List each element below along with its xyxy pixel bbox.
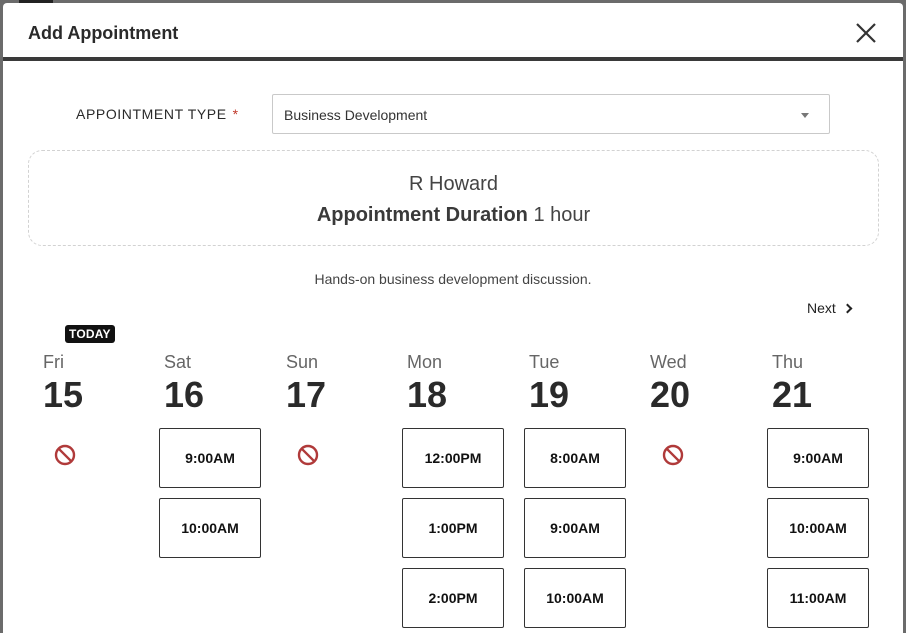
- time-slot-button[interactable]: 9:00AM: [159, 428, 261, 488]
- day-name: Mon: [407, 352, 443, 372]
- day-number: 16: [164, 374, 205, 415]
- duration-label: Appointment Duration: [316, 204, 528, 226]
- time-slot-button[interactable]: 2:00PM: [402, 568, 504, 628]
- time-slot-button[interactable]: 1:00PM: [402, 498, 504, 558]
- day-name: Tue: [529, 352, 560, 372]
- appointment-description: Hands-on business development discussion…: [314, 271, 592, 287]
- close-icon: [856, 23, 876, 43]
- required-marker: *: [232, 106, 239, 122]
- day-number: 19: [529, 374, 570, 415]
- time-slot-button[interactable]: 10:00AM: [159, 498, 261, 558]
- no-entry-icon: [54, 444, 76, 466]
- time-slot-button[interactable]: 10:00AM: [524, 568, 626, 628]
- day-number: 21: [772, 374, 813, 415]
- next-week-button[interactable]: Next: [807, 300, 853, 316]
- day-name: Sat: [164, 352, 192, 372]
- day-number: 20: [650, 374, 691, 415]
- day-column-mon: Mon 18: [407, 352, 517, 416]
- next-label: Next: [807, 300, 836, 316]
- day-column-sun: Sun 17: [286, 352, 396, 416]
- appointment-info-box: R Howard Appointment Duration 1 hour: [28, 150, 879, 246]
- no-entry-icon: [297, 444, 319, 466]
- day-number: 17: [286, 374, 327, 415]
- time-slot-button[interactable]: 9:00AM: [524, 498, 626, 558]
- add-appointment-modal: Add Appointment APPOINTMENT TYPE * Busine…: [3, 3, 903, 633]
- time-slot-button[interactable]: 12:00PM: [402, 428, 504, 488]
- day-column-wed: Wed 20: [650, 352, 760, 416]
- time-slot-button[interactable]: 11:00AM: [767, 568, 869, 628]
- appointment-type-row: APPOINTMENT TYPE * Business Development: [3, 94, 903, 134]
- duration-value: 1 hour: [533, 204, 591, 226]
- close-button[interactable]: [853, 20, 879, 46]
- day-name: Sun: [286, 352, 319, 372]
- day-number: 15: [43, 374, 84, 415]
- chevron-down-icon: [801, 113, 809, 118]
- appointment-type-select[interactable]: Business Development: [272, 94, 830, 134]
- appointment-duration: Appointment Duration 1 hour: [29, 204, 878, 227]
- today-badge: TODAY: [65, 325, 115, 343]
- time-slot-button[interactable]: 8:00AM: [524, 428, 626, 488]
- day-column-fri: Fri 15: [43, 352, 153, 416]
- day-name: Thu: [772, 352, 804, 372]
- day-name: Fri: [43, 352, 64, 372]
- modal-title: Add Appointment: [28, 23, 179, 43]
- time-slot-button[interactable]: 10:00AM: [767, 498, 869, 558]
- host-name: R Howard: [409, 173, 498, 195]
- day-column-tue: Tue 19: [529, 352, 639, 416]
- appointment-type-value: Business Development: [284, 107, 428, 123]
- day-name: Wed: [650, 352, 687, 372]
- day-column-thu: Thu 21: [772, 352, 882, 416]
- time-slot-button[interactable]: 9:00AM: [767, 428, 869, 488]
- modal-header: Add Appointment: [3, 3, 903, 61]
- appointment-type-label-text: APPOINTMENT TYPE: [76, 106, 227, 122]
- day-number: 18: [407, 374, 448, 415]
- chevron-right-icon: [842, 303, 853, 314]
- day-column-sat: Sat 16: [164, 352, 274, 416]
- no-entry-icon: [662, 444, 684, 466]
- appointment-type-label: APPOINTMENT TYPE *: [76, 106, 239, 122]
